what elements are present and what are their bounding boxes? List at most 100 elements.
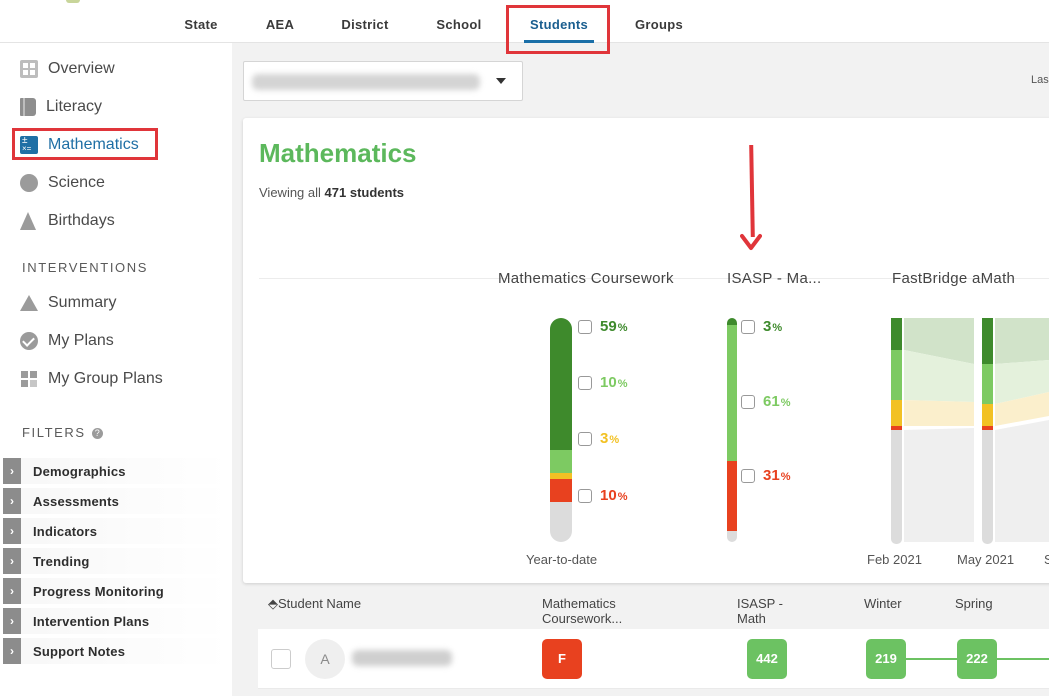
tab-school[interactable]: School bbox=[425, 0, 493, 43]
trend-line bbox=[996, 658, 1049, 660]
band-pct: 61% bbox=[763, 393, 790, 410]
tab-district[interactable]: District bbox=[330, 0, 400, 43]
column-header-isasp[interactable]: ISASP - Math bbox=[737, 596, 783, 626]
band-pct-unit: % bbox=[772, 322, 783, 334]
column-header-coursework[interactable]: Mathematics Coursework... bbox=[542, 596, 622, 626]
band-pct: 3% bbox=[600, 430, 619, 447]
column-header-line: Coursework... bbox=[542, 611, 623, 626]
band-pct-unit: % bbox=[617, 491, 628, 503]
filter-support-notes[interactable]: › Support Notes bbox=[3, 638, 229, 664]
sidebar-item-label: Mathematics bbox=[48, 136, 139, 153]
band-checkbox[interactable] bbox=[741, 319, 755, 334]
coursework-footer-label: Year-to-date bbox=[526, 552, 598, 567]
band-checkbox[interactable] bbox=[741, 468, 755, 483]
isasp-stacked-bar[interactable] bbox=[727, 318, 737, 542]
fastbridge-flow-chart[interactable] bbox=[888, 316, 1049, 546]
sidebar-item-science[interactable]: Science bbox=[20, 171, 105, 195]
sort-icon: ⬘ bbox=[268, 596, 278, 611]
band-pct: 10% bbox=[600, 487, 627, 504]
book-icon bbox=[20, 98, 36, 116]
bar-segment bbox=[550, 501, 572, 542]
filter-assessments[interactable]: › Assessments bbox=[3, 488, 229, 514]
fastbridge-period-may: May 2021 bbox=[957, 552, 1015, 567]
band-checkbox[interactable] bbox=[741, 394, 755, 409]
pyramid-icon bbox=[20, 295, 38, 311]
filter-label: Intervention Plans bbox=[33, 613, 150, 629]
band-pct-value: 59 bbox=[600, 318, 617, 335]
last-updated-label: Las bbox=[1031, 74, 1049, 86]
fastbridge-bar-feb-band bbox=[891, 350, 902, 400]
bar-segment bbox=[550, 472, 572, 480]
fastbridge-bar-feb-band bbox=[891, 400, 902, 426]
fastbridge-bar-may-band bbox=[982, 404, 993, 428]
chevron-right-icon: › bbox=[3, 548, 21, 574]
sidebar-item-label: Birthdays bbox=[48, 212, 115, 229]
winter-score-badge[interactable]: 219 bbox=[866, 639, 906, 679]
tab-groups[interactable]: Groups bbox=[626, 0, 692, 43]
column-header-spring[interactable]: Spring bbox=[955, 596, 993, 611]
student-name-redacted[interactable] bbox=[352, 650, 452, 666]
isasp-band-1[interactable]: 3% bbox=[741, 318, 782, 335]
band-pct: 31% bbox=[763, 467, 790, 484]
filter-label: Indicators bbox=[33, 523, 98, 539]
annotation-arrow-head bbox=[740, 234, 762, 250]
tab-aea[interactable]: AEA bbox=[254, 0, 306, 43]
filter-trending[interactable]: › Trending bbox=[3, 548, 229, 574]
chevron-right-icon: › bbox=[3, 518, 21, 544]
chevron-right-icon: › bbox=[3, 578, 21, 604]
spring-score-badge[interactable]: 222 bbox=[957, 639, 997, 679]
help-icon[interactable]: ? bbox=[91, 428, 103, 439]
filter-intervention-plans[interactable]: › Intervention Plans bbox=[3, 608, 229, 634]
fastbridge-flow-band bbox=[904, 428, 974, 542]
sidebar-item-literacy[interactable]: Literacy bbox=[20, 95, 102, 119]
sidebar-item-birthdays[interactable]: Birthdays bbox=[20, 209, 115, 233]
tab-students[interactable]: Students bbox=[516, 0, 602, 43]
sidebar-item-label: Science bbox=[48, 174, 105, 191]
sidebar-item-overview[interactable]: Overview bbox=[20, 57, 115, 81]
tab-state[interactable]: State bbox=[172, 0, 230, 43]
coursework-band-3[interactable]: 3% bbox=[578, 430, 619, 447]
sidebar-item-my-group-plans[interactable]: My Group Plans bbox=[20, 367, 163, 391]
filter-indicators[interactable]: › Indicators bbox=[3, 518, 229, 544]
fastbridge-period-feb: Feb 2021 bbox=[867, 552, 922, 567]
band-checkbox[interactable] bbox=[578, 319, 592, 334]
chevron-right-icon: › bbox=[3, 638, 21, 664]
sidebar-item-mathematics[interactable]: Mathematics bbox=[20, 133, 139, 157]
band-checkbox[interactable] bbox=[578, 488, 592, 503]
avatar: A bbox=[305, 639, 345, 679]
isasp-band-3[interactable]: 31% bbox=[741, 467, 790, 484]
column-header-line: Mathematics bbox=[542, 596, 616, 611]
filter-demographics[interactable]: › Demographics bbox=[3, 458, 229, 484]
sidebar-item-label: My Plans bbox=[48, 332, 114, 349]
grid-icon bbox=[20, 370, 38, 388]
column-header-winter[interactable]: Winter bbox=[864, 596, 902, 611]
sidebar-item-label: Literacy bbox=[46, 98, 103, 115]
bar-segment bbox=[550, 318, 572, 451]
sidebar-item-label: Overview bbox=[48, 60, 115, 77]
bar-segment bbox=[727, 318, 737, 325]
band-checkbox[interactable] bbox=[578, 375, 592, 390]
coursework-stacked-bar[interactable] bbox=[550, 318, 572, 542]
isasp-band-2[interactable]: 61% bbox=[741, 393, 790, 410]
filter-progress-monitoring[interactable]: › Progress Monitoring bbox=[3, 578, 229, 604]
bar-segment bbox=[727, 530, 737, 542]
coursework-grade-badge[interactable]: F bbox=[542, 639, 582, 679]
viewing-prefix: Viewing all bbox=[259, 185, 325, 200]
band-pct: 10% bbox=[600, 374, 627, 391]
isasp-column-title: ISASP - Ma... bbox=[727, 270, 822, 287]
coursework-band-1[interactable]: 59% bbox=[578, 318, 627, 335]
band-checkbox[interactable] bbox=[578, 431, 592, 446]
sidebar-item-my-plans[interactable]: My Plans bbox=[20, 329, 114, 353]
fastbridge-column-title: FastBridge aMath bbox=[892, 270, 1016, 287]
fastbridge-bar-feb-band bbox=[891, 426, 902, 430]
column-header-student-name[interactable]: ⬘Student Name bbox=[268, 596, 361, 611]
school-select[interactable] bbox=[243, 61, 523, 101]
row-checkbox[interactable] bbox=[271, 649, 291, 669]
sidebar-item-summary[interactable]: Summary bbox=[20, 291, 116, 315]
school-name-redacted bbox=[252, 74, 480, 90]
coursework-band-4[interactable]: 10% bbox=[578, 487, 627, 504]
column-header-line: Math bbox=[737, 611, 766, 626]
band-pct-unit: % bbox=[780, 471, 791, 483]
isasp-score-badge[interactable]: 442 bbox=[747, 639, 787, 679]
coursework-band-2[interactable]: 10% bbox=[578, 374, 627, 391]
